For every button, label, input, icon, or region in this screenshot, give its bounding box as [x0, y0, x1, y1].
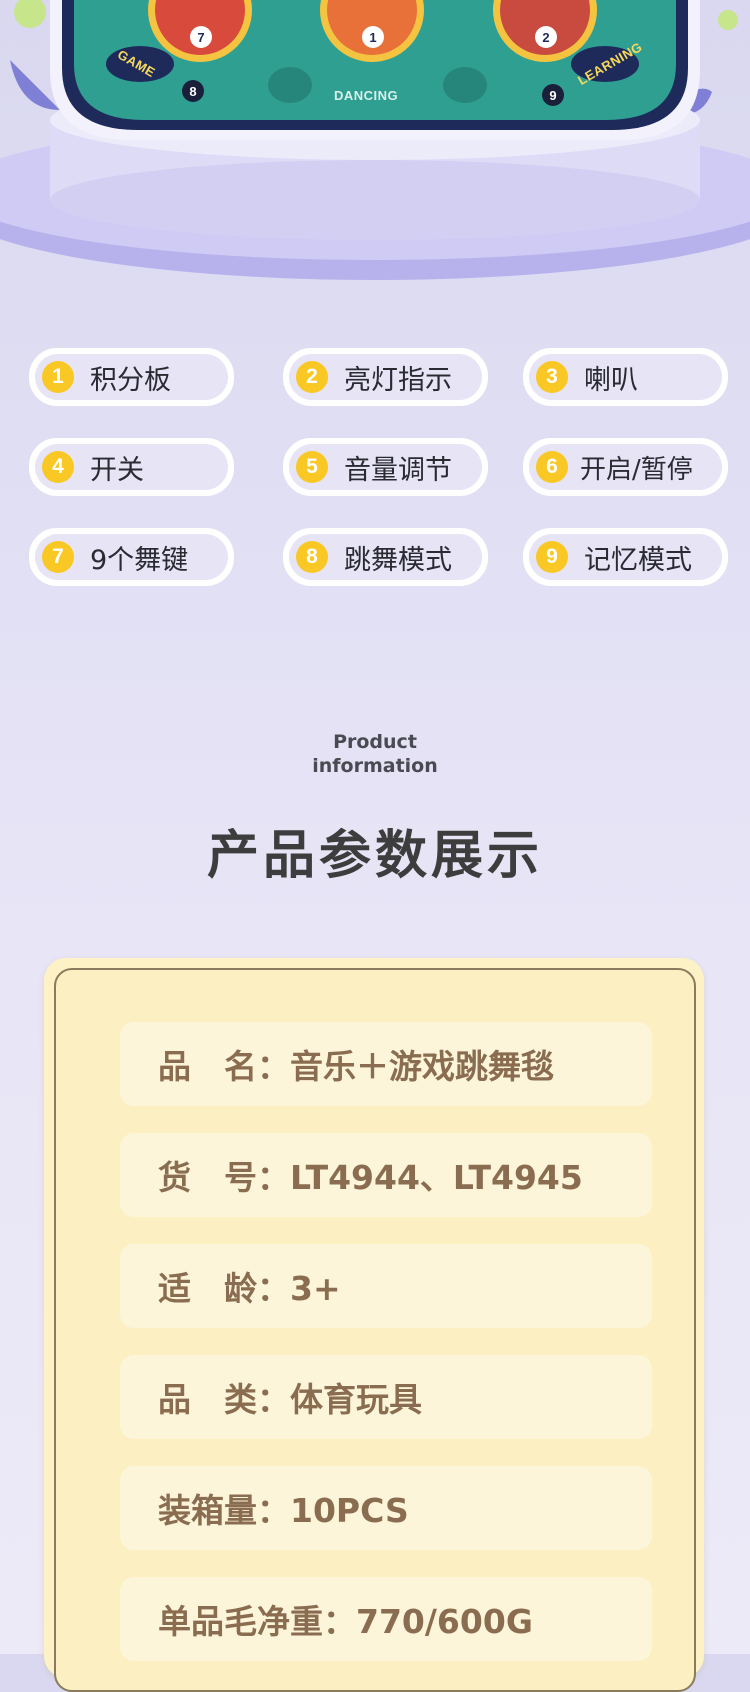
feature-item: 6 开启/暂停	[523, 438, 728, 496]
feature-number-badge: 5	[296, 451, 328, 483]
feature-number-badge: 8	[296, 541, 328, 573]
info-row: 单品毛净重：770/600G	[120, 1577, 652, 1661]
info-row: 适 龄：3+	[120, 1244, 652, 1328]
section-subtitle-en: Product information	[0, 730, 750, 778]
product-info-card-inner: 品 名：音乐＋游戏跳舞毯 货 号：LT4944、LT4945 适 龄：3+ 品 …	[54, 968, 696, 1692]
callout-number-9: 9	[542, 84, 564, 106]
dancing-label: DANCING	[334, 88, 399, 103]
section-subtitle-line: Product	[333, 731, 417, 753]
info-row: 品 类：体育玩具	[120, 1355, 652, 1439]
feature-label: 喇叭	[584, 364, 638, 396]
info-row-text: 装箱量：10PCS	[158, 1491, 409, 1530]
info-row-text: 货 号：LT4944、LT4945	[158, 1158, 583, 1197]
info-row-text: 单品毛净重：770/600G	[158, 1602, 533, 1641]
feature-number-badge: 2	[296, 361, 328, 393]
feature-number-badge: 9	[536, 541, 568, 573]
feature-label: 9个舞键	[90, 544, 189, 576]
feature-label: 开关	[90, 454, 144, 486]
feature-label: 记忆模式	[584, 544, 692, 576]
callout-number-8: 8	[182, 80, 204, 102]
section-subtitle-line: information	[312, 755, 438, 777]
section-title: 产品参数展示	[206, 826, 543, 886]
info-row-text: 品 类：体育玩具	[158, 1380, 422, 1419]
info-row: 装箱量：10PCS	[120, 1466, 652, 1550]
feature-item: 9 记忆模式	[523, 528, 728, 586]
feature-number-badge: 4	[42, 451, 74, 483]
mat-button-number: 1	[362, 26, 384, 48]
info-row-text: 适 龄：3+	[158, 1269, 341, 1308]
feature-label: 开启/暂停	[580, 454, 693, 485]
feature-label: 积分板	[90, 364, 171, 396]
info-row: 品 名：音乐＋游戏跳舞毯	[120, 1022, 652, 1106]
feature-number-badge: 7	[42, 541, 74, 573]
feature-number-badge: 6	[536, 451, 568, 483]
feature-item: 7 9个舞键	[29, 528, 234, 586]
feature-item: 4 开关	[29, 438, 234, 496]
feature-item: 5 音量调节	[283, 438, 488, 496]
feature-item: 8 跳舞模式	[283, 528, 488, 586]
feature-number-badge: 1	[42, 361, 74, 393]
feature-label: 亮灯指示	[344, 364, 452, 396]
product-info-card: 品 名：音乐＋游戏跳舞毯 货 号：LT4944、LT4945 适 龄：3+ 品 …	[44, 958, 704, 1692]
feature-item: 2 亮灯指示	[283, 348, 488, 406]
info-row-text: 品 名：音乐＋游戏跳舞毯	[158, 1047, 554, 1086]
feature-number-badge: 3	[536, 361, 568, 393]
feature-label: 音量调节	[344, 454, 452, 486]
mat-button-number: 2	[535, 26, 557, 48]
feature-label: 跳舞模式	[344, 544, 452, 576]
feature-item: 3 喇叭	[523, 348, 728, 406]
feature-item: 1 积分板	[29, 348, 234, 406]
product-hero-image: GAME DANCING LEARNING 7 1 2 8 9	[0, 0, 750, 300]
mat-button-number: 7	[190, 26, 212, 48]
info-row: 货 号：LT4944、LT4945	[120, 1133, 652, 1217]
